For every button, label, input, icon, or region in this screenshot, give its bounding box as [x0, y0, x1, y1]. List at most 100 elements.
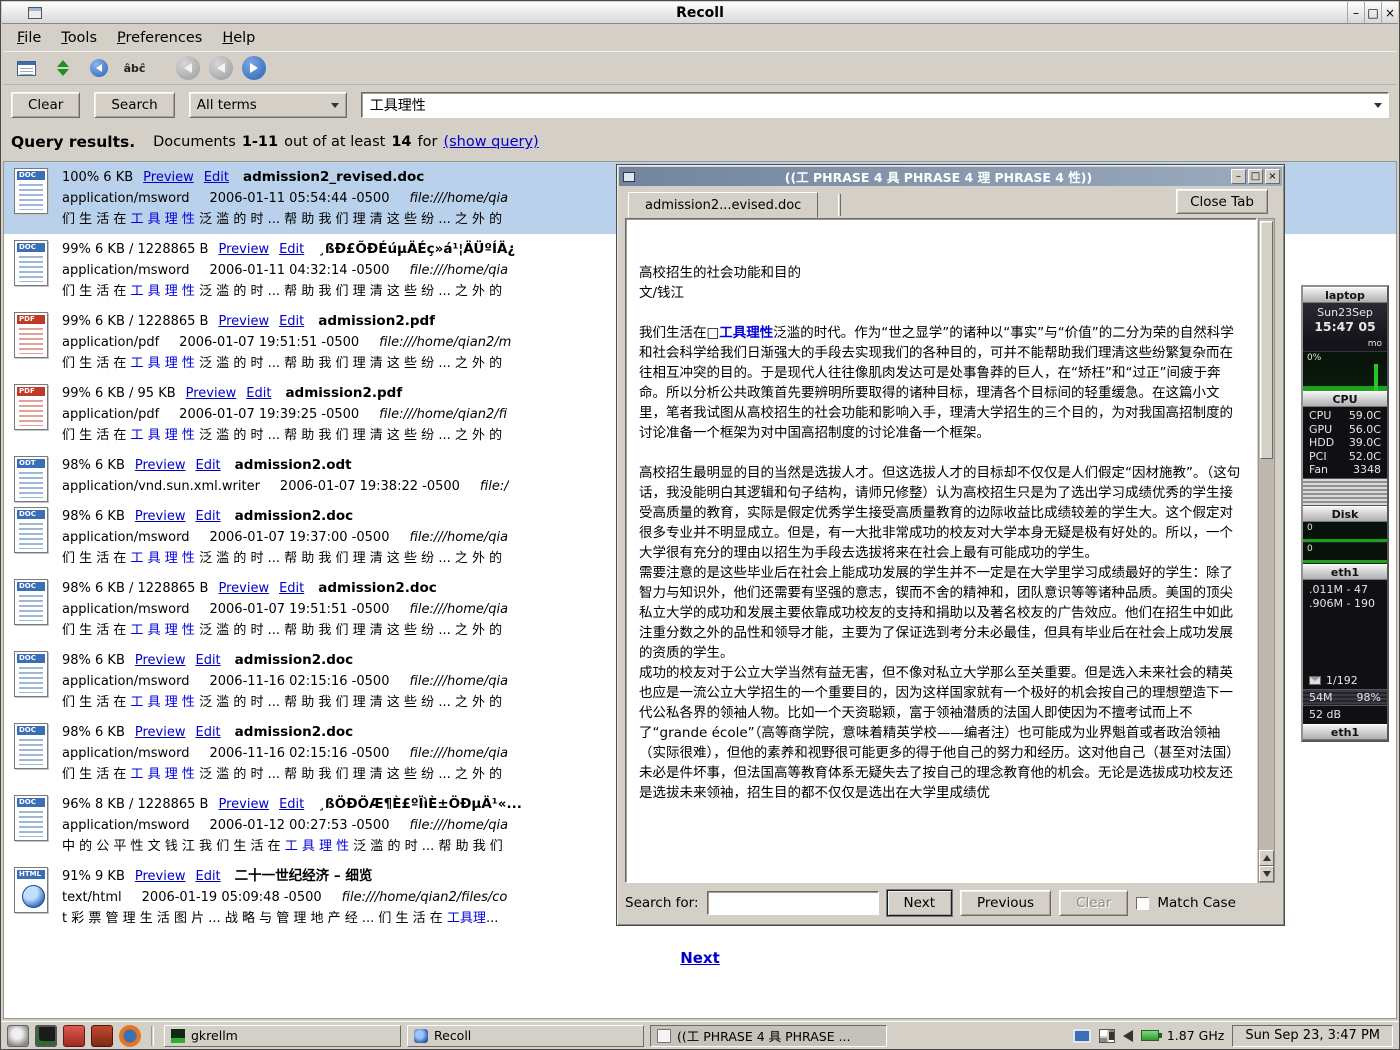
edit-link[interactable]: Edit [195, 506, 220, 527]
result-title: admission2.doc [318, 578, 437, 599]
query-input[interactable]: 工具理性 [361, 92, 1389, 118]
edit-link[interactable]: Edit [279, 794, 304, 815]
menu-help[interactable]: Help [212, 27, 265, 49]
preview-link[interactable]: Preview [218, 239, 269, 260]
doc-history-button[interactable] [13, 55, 40, 82]
edit-link[interactable]: Edit [279, 311, 304, 332]
package-app-icon[interactable] [91, 1025, 113, 1047]
result-snippet: 们 生 活 在 工 具 理 性 泛 滥 的 时 ... 帮 助 我 们 理 清 … [62, 620, 508, 641]
preview-titlebar[interactable]: ((工 PHRASE 4 具 PHRASE 4 理 PHRASE 4 性)) –… [619, 167, 1282, 186]
preview-link[interactable]: Preview [186, 383, 237, 404]
preview-link[interactable]: Preview [143, 167, 194, 188]
menu-tools[interactable]: Tools [51, 27, 107, 49]
preview-window-icon[interactable] [623, 172, 635, 182]
find-input[interactable] [707, 891, 879, 915]
sort-params-button[interactable] [85, 55, 112, 82]
find-next-button[interactable]: Next [887, 890, 952, 916]
preview-link[interactable]: Preview [135, 866, 186, 887]
result-relevance-size: 100% 6 KB [62, 167, 133, 188]
results-header-title: Query results. [11, 133, 135, 151]
menu-preferences[interactable]: Preferences [107, 27, 212, 49]
preview-scrollbar[interactable] [1258, 218, 1275, 883]
task-button[interactable]: ((工 PHRASE 4 具 PHRASE ... [650, 1025, 887, 1047]
battery-icon[interactable] [1141, 1030, 1159, 1041]
term-explorer-button[interactable]: âbĉ [121, 55, 148, 82]
keyboard-layout-icon[interactable] [1073, 1029, 1091, 1043]
edit-link[interactable]: Edit [204, 167, 229, 188]
find-previous-button[interactable]: Previous [960, 890, 1051, 916]
history-circle-icon [90, 59, 108, 77]
first-page-button[interactable] [176, 56, 200, 80]
terminal-icon[interactable] [35, 1025, 57, 1047]
advanced-search-button[interactable] [49, 55, 76, 82]
result-title: admission2.pdf [318, 311, 435, 332]
result-date: 2006-01-07 19:37:00 -0500 [209, 530, 389, 545]
edit-link[interactable]: Edit [279, 578, 304, 599]
edit-link[interactable]: Edit [195, 866, 220, 887]
left-arrow-icon [217, 63, 225, 73]
result-relevance-size: 99% 6 KB / 1228865 B [62, 311, 208, 332]
match-case-checkbox[interactable] [1136, 897, 1149, 910]
preview-link[interactable]: Preview [135, 506, 186, 527]
search-for-label: Search for: [625, 895, 699, 911]
result-title: admission2.odt [235, 455, 352, 476]
edit-link[interactable]: Edit [195, 722, 220, 743]
gkrellm-hostname[interactable]: laptop [1303, 287, 1387, 303]
toolbar: âbĉ [3, 51, 1397, 85]
find-clear-button[interactable]: Clear [1059, 890, 1128, 916]
preview-link[interactable]: Preview [218, 578, 269, 599]
scrollbar-thumb[interactable] [1260, 221, 1273, 459]
preview-link[interactable]: Preview [135, 722, 186, 743]
result-date: 2006-01-11 04:32:14 -0500 [209, 263, 389, 278]
result-snippet: 们 生 活 在 工 具 理 性 泛 滥 的 时 ... 帮 助 我 们 理 清 … [62, 353, 511, 374]
preview-link[interactable]: Preview [135, 650, 186, 671]
highlighted-term: 工 具 理 性 [131, 767, 195, 782]
file-type-icon: DOC [12, 794, 54, 857]
close-tab-button[interactable]: Close Tab [1176, 189, 1268, 214]
clear-button[interactable]: Clear [11, 92, 80, 118]
volume-icon[interactable] [1123, 1030, 1133, 1042]
mail-icon [1309, 676, 1321, 685]
preview-close-button[interactable]: × [1265, 169, 1280, 184]
preview-link[interactable]: Preview [218, 794, 269, 815]
red-app-icon[interactable] [63, 1025, 85, 1047]
next-page-link[interactable]: Next [680, 949, 720, 967]
highlighted-term: 工 具 理 性 [285, 839, 349, 854]
edit-link[interactable]: Edit [195, 455, 220, 476]
preview-minimize-button[interactable]: – [1231, 169, 1246, 184]
result-url: file:///home/qia [409, 191, 508, 206]
firefox-icon[interactable] [119, 1025, 141, 1047]
prev-page-button[interactable] [209, 56, 233, 80]
task-button[interactable]: gkrellm [164, 1025, 401, 1047]
preview-link[interactable]: Preview [135, 455, 186, 476]
show-query-link[interactable]: (show query) [443, 134, 538, 150]
gkrellm-monitor[interactable]: laptop Sun23Sep 15:47 05 mo 0% CPU CPU 5… [1301, 285, 1389, 742]
edit-link[interactable]: Edit [195, 650, 220, 671]
menu-file[interactable]: File [7, 27, 51, 49]
doc-byline: 文/钱江 [639, 283, 1243, 303]
preview-tab[interactable]: admission2...evised.doc [628, 192, 818, 218]
result-mime: application/msword [62, 674, 189, 689]
volume-readout: 52 dB [1303, 706, 1387, 724]
main-titlebar[interactable]: Recoll – □ × [2, 2, 1398, 24]
scroll-up-button[interactable] [1259, 850, 1274, 866]
task-button[interactable]: Recoll [407, 1025, 644, 1047]
sort-arrows-icon [57, 60, 69, 76]
edit-link[interactable]: Edit [279, 239, 304, 260]
preview-window-title: ((工 PHRASE 4 具 PHRASE 4 理 PHRASE 4 性)) [659, 167, 1218, 186]
window-app-icon[interactable] [7, 1025, 29, 1047]
search-button[interactable]: Search [94, 92, 174, 118]
next-page-button[interactable] [242, 56, 266, 80]
result-snippet: 们 生 活 在 工 具 理 性 泛 滥 的 时 ... 帮 助 我 们 理 清 … [62, 764, 508, 785]
edit-link[interactable]: Edit [246, 383, 271, 404]
scroll-down-button[interactable] [1259, 866, 1274, 882]
preview-link[interactable]: Preview [218, 311, 269, 332]
result-mime: application/vnd.sun.xml.writer [62, 479, 260, 494]
result-date: 2006-11-16 02:15:16 -0500 [209, 746, 389, 761]
query-history-icon[interactable] [1374, 103, 1382, 108]
search-mode-select[interactable]: All terms [189, 92, 347, 118]
preview-document[interactable]: 高校招生的社会功能和目的 文/钱江 我们生活在□工具理性泛滥的时代。作为“世之显… [625, 218, 1257, 883]
file-type-icon: ODT [12, 455, 54, 497]
preview-maximize-button[interactable]: □ [1248, 169, 1263, 184]
result-relevance-size: 98% 6 KB [62, 650, 125, 671]
